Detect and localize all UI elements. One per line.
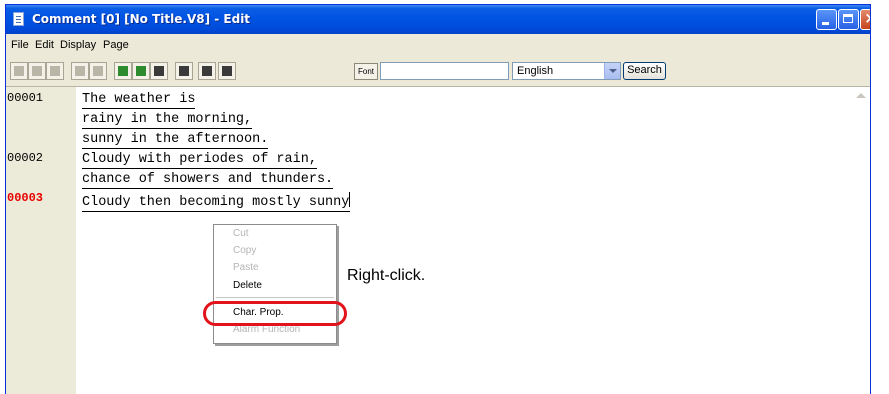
menu-edit[interactable]: Edit: [35, 39, 54, 51]
printer-icon: [154, 66, 164, 76]
menu-file[interactable]: File: [11, 39, 29, 51]
undo-icon: [75, 66, 85, 76]
scroll-up-icon[interactable]: [856, 93, 866, 98]
title-bar[interactable]: Comment [0] [No Title.V8] - Edit ×: [6, 5, 870, 34]
text-line-content: Cloudy then becoming mostly sunny: [82, 195, 350, 210]
context-menu-copy[interactable]: Copy: [233, 245, 256, 256]
context-menu-paste[interactable]: Paste: [233, 262, 259, 273]
line-number-current: 00003: [7, 191, 44, 205]
context-menu-cut[interactable]: Cut: [233, 228, 249, 239]
context-menu: Cut Copy Paste Delete Char. Prop. Alarm …: [213, 224, 337, 344]
scissors-icon: [14, 66, 24, 76]
paste-tool-button[interactable]: [46, 62, 64, 80]
undo-tool-button[interactable]: [71, 62, 89, 80]
line-number: 00002: [7, 151, 44, 165]
previous-tool-button[interactable]: [198, 62, 216, 80]
redo-tool-button[interactable]: [89, 62, 107, 80]
export-tool-button[interactable]: [132, 62, 150, 80]
chevron-down-icon[interactable]: [604, 63, 620, 79]
text-line[interactable]: Cloudy with periodes of rain,: [82, 152, 317, 169]
minimize-button[interactable]: [816, 9, 837, 30]
copy-icon: [32, 66, 42, 76]
arrow-left-icon: [202, 66, 212, 76]
jump-tool-button[interactable]: [175, 62, 193, 80]
font-button[interactable]: Font: [354, 63, 378, 80]
text-line[interactable]: The weather is: [82, 92, 196, 109]
search-button[interactable]: Search: [623, 62, 666, 80]
menu-page[interactable]: Page: [103, 39, 129, 51]
copy-tool-button[interactable]: [28, 62, 46, 80]
import-icon: [118, 66, 128, 76]
jump-icon: [179, 66, 189, 76]
arrow-right-icon: [222, 66, 232, 76]
menu-display[interactable]: Display: [60, 39, 96, 51]
text-caret: [349, 192, 351, 207]
editor-area[interactable]: 00001 00002 00003 The weather is rainy i…: [6, 87, 870, 394]
close-button[interactable]: ×: [860, 9, 870, 30]
export-icon: [136, 66, 146, 76]
cut-tool-button[interactable]: [10, 62, 28, 80]
language-value: English: [517, 65, 554, 77]
context-menu-separator: [216, 297, 334, 298]
line-number: 00001: [7, 91, 44, 105]
document-icon: [13, 12, 24, 26]
maximize-button[interactable]: [838, 9, 859, 30]
text-line[interactable]: chance of showers and thunders.: [82, 172, 334, 189]
text-line[interactable]: sunny in the afternoon.: [82, 132, 269, 149]
language-select[interactable]: English: [512, 62, 621, 80]
paste-icon: [50, 66, 60, 76]
highlight-ring: [203, 301, 347, 326]
toolbar: Font English Search: [6, 56, 870, 87]
search-input[interactable]: [380, 62, 509, 80]
text-line[interactable]: rainy in the morning,: [82, 112, 253, 129]
annotation-label: Right-click.: [347, 267, 426, 284]
editor-window: Comment [0] [No Title.V8] - Edit × File …: [5, 4, 871, 394]
line-number-gutter: [6, 87, 76, 394]
import-tool-button[interactable]: [114, 62, 132, 80]
redo-icon: [93, 66, 103, 76]
close-icon: ×: [861, 9, 870, 27]
context-menu-delete[interactable]: Delete: [233, 280, 262, 291]
next-tool-button[interactable]: [218, 62, 236, 80]
window-title: Comment [0] [No Title.V8] - Edit: [32, 12, 251, 26]
print-tool-button[interactable]: [150, 62, 168, 80]
menu-bar: File Edit Display Page: [6, 34, 870, 57]
text-line-current[interactable]: Cloudy then becoming mostly sunny: [82, 192, 351, 212]
